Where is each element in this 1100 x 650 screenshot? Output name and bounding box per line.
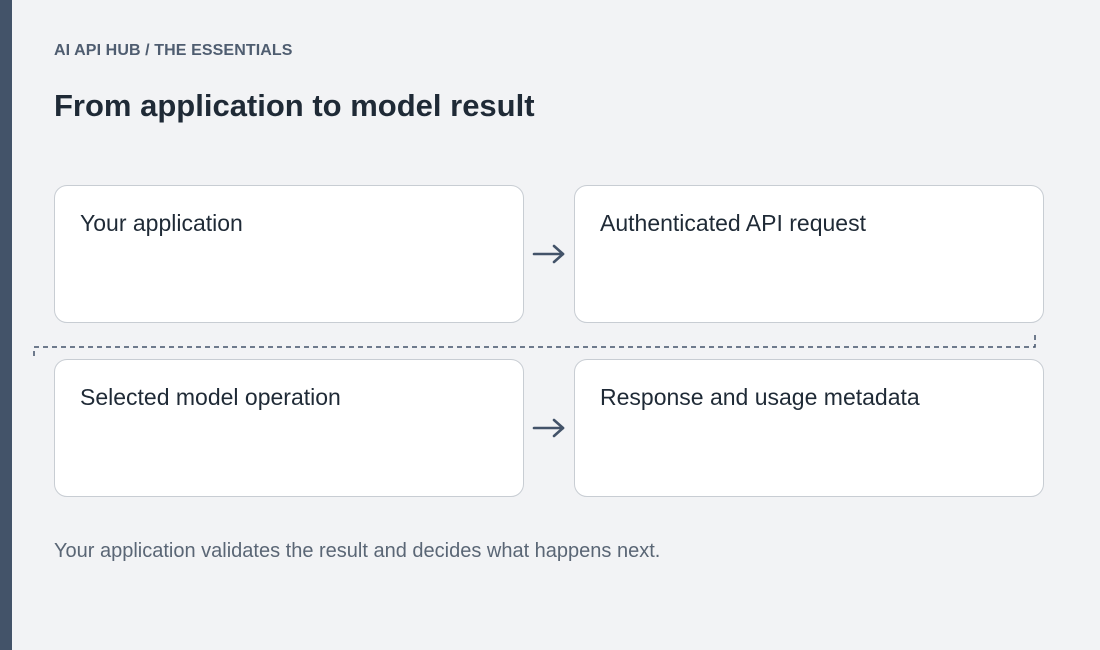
step-label: Response and usage metadata (600, 384, 920, 410)
page-title: From application to model result (54, 88, 535, 123)
arrow-right-icon (532, 244, 565, 264)
step-card-selected-model-operation: Selected model operation (54, 359, 524, 497)
step-label: Your application (80, 210, 243, 236)
step-label: Selected model operation (80, 384, 341, 410)
diagram-page: AI API HUB / THE ESSENTIALS From applica… (0, 0, 1100, 650)
step-label: Authenticated API request (600, 210, 866, 236)
step-card-response-and-usage-metadata: Response and usage metadata (574, 359, 1044, 497)
footer-note: Your application validates the result an… (54, 540, 661, 562)
breadcrumb: AI API HUB / THE ESSENTIALS (54, 42, 293, 59)
step-card-your-application: Your application (54, 185, 524, 323)
arrow-right-icon (532, 418, 565, 438)
step-card-authenticated-api-request: Authenticated API request (574, 185, 1044, 323)
left-accent-rail (0, 0, 12, 650)
dashed-return-line (33, 335, 1036, 358)
